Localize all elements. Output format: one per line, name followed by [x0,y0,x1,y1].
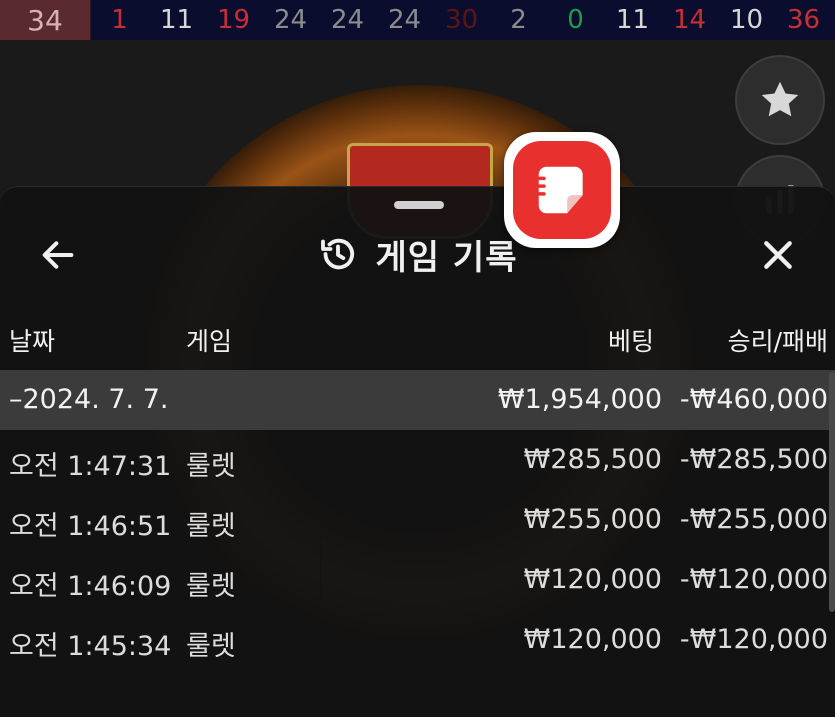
star-icon [761,81,799,117]
recent-result: 10 [729,5,764,35]
group-bet-total: ₩1,954,000 [497,384,662,415]
recent-result: 1 [111,5,128,35]
group-date: –2024. 7. 7. [9,384,169,415]
sheet-header: 게임 기록 [0,229,835,279]
row-time: 오전 1:46:51 [9,511,172,542]
history-table-body: –2024. 7. 7. ₩1,954,000 -₩460,000 오전 1:4… [0,370,835,670]
group-result-total: -₩460,000 [679,384,828,415]
row-result: -₩285,500 [679,444,828,475]
table-header: 날짜 게임 베팅 승리/패배 [0,322,835,358]
table-row[interactable]: 오전 1:45:34 룰렛 ₩120,000 -₩120,000 [0,610,835,670]
game-history-sheet: 게임 기록 날짜 게임 베팅 승리/패배 –2024. 7. 7. ₩1,954… [0,186,835,717]
date-group-row[interactable]: –2024. 7. 7. ₩1,954,000 -₩460,000 [0,370,835,430]
row-bet: ₩285,500 [523,444,662,475]
latest-result: 34 [0,0,91,40]
row-result: -₩120,000 [679,564,828,595]
table-row[interactable]: 오전 1:47:31 룰렛 ₩285,500 -₩285,500 [0,430,835,490]
column-header-bet: 베팅 [607,327,654,356]
column-header-game: 게임 [186,327,233,356]
sheet-title: 게임 기록 [375,237,518,278]
recent-results-strip: 34 1 11 19 24 24 24 30 2 0 11 14 10 36 [0,0,835,40]
recent-result: 24 [330,5,365,35]
row-time: 오전 1:47:31 [9,451,172,482]
row-time: 오전 1:45:34 [9,631,172,662]
close-icon [764,241,792,269]
row-bet: ₩255,000 [523,504,662,535]
table-row[interactable]: 오전 1:46:51 룰렛 ₩255,000 -₩255,000 [0,490,835,550]
row-game: 룰렛 [186,451,236,482]
favorite-button[interactable] [735,55,825,145]
recent-result: 14 [672,5,707,35]
sheet-drag-handle[interactable] [394,201,444,209]
row-game: 룰렛 [186,571,236,602]
recent-result: 24 [273,5,308,35]
row-result: -₩120,000 [679,624,828,655]
scrollbar[interactable] [829,372,835,612]
memo-app-shortcut[interactable] [504,132,620,248]
row-game: 룰렛 [186,631,236,662]
recent-result: 2 [510,5,527,35]
note-icon [536,166,583,214]
row-bet: ₩120,000 [523,624,662,655]
column-header-result: 승리/패배 [727,327,828,356]
recent-result: 0 [567,5,584,35]
recent-result: 24 [387,5,422,35]
recent-result: 19 [216,5,251,35]
row-result: -₩255,000 [679,504,828,535]
column-header-date: 날짜 [9,327,56,356]
memo-app-icon [513,141,611,239]
recent-result: 36 [786,5,821,35]
recent-result: 11 [615,5,650,35]
row-game: 룰렛 [186,511,236,542]
row-bet: ₩120,000 [523,564,662,595]
history-icon [320,238,354,270]
row-time: 오전 1:46:09 [9,571,172,602]
close-button[interactable] [758,235,798,275]
recent-result: 11 [159,5,194,35]
recent-result: 30 [444,5,479,35]
table-row[interactable]: 오전 1:46:09 룰렛 ₩120,000 -₩120,000 [0,550,835,610]
